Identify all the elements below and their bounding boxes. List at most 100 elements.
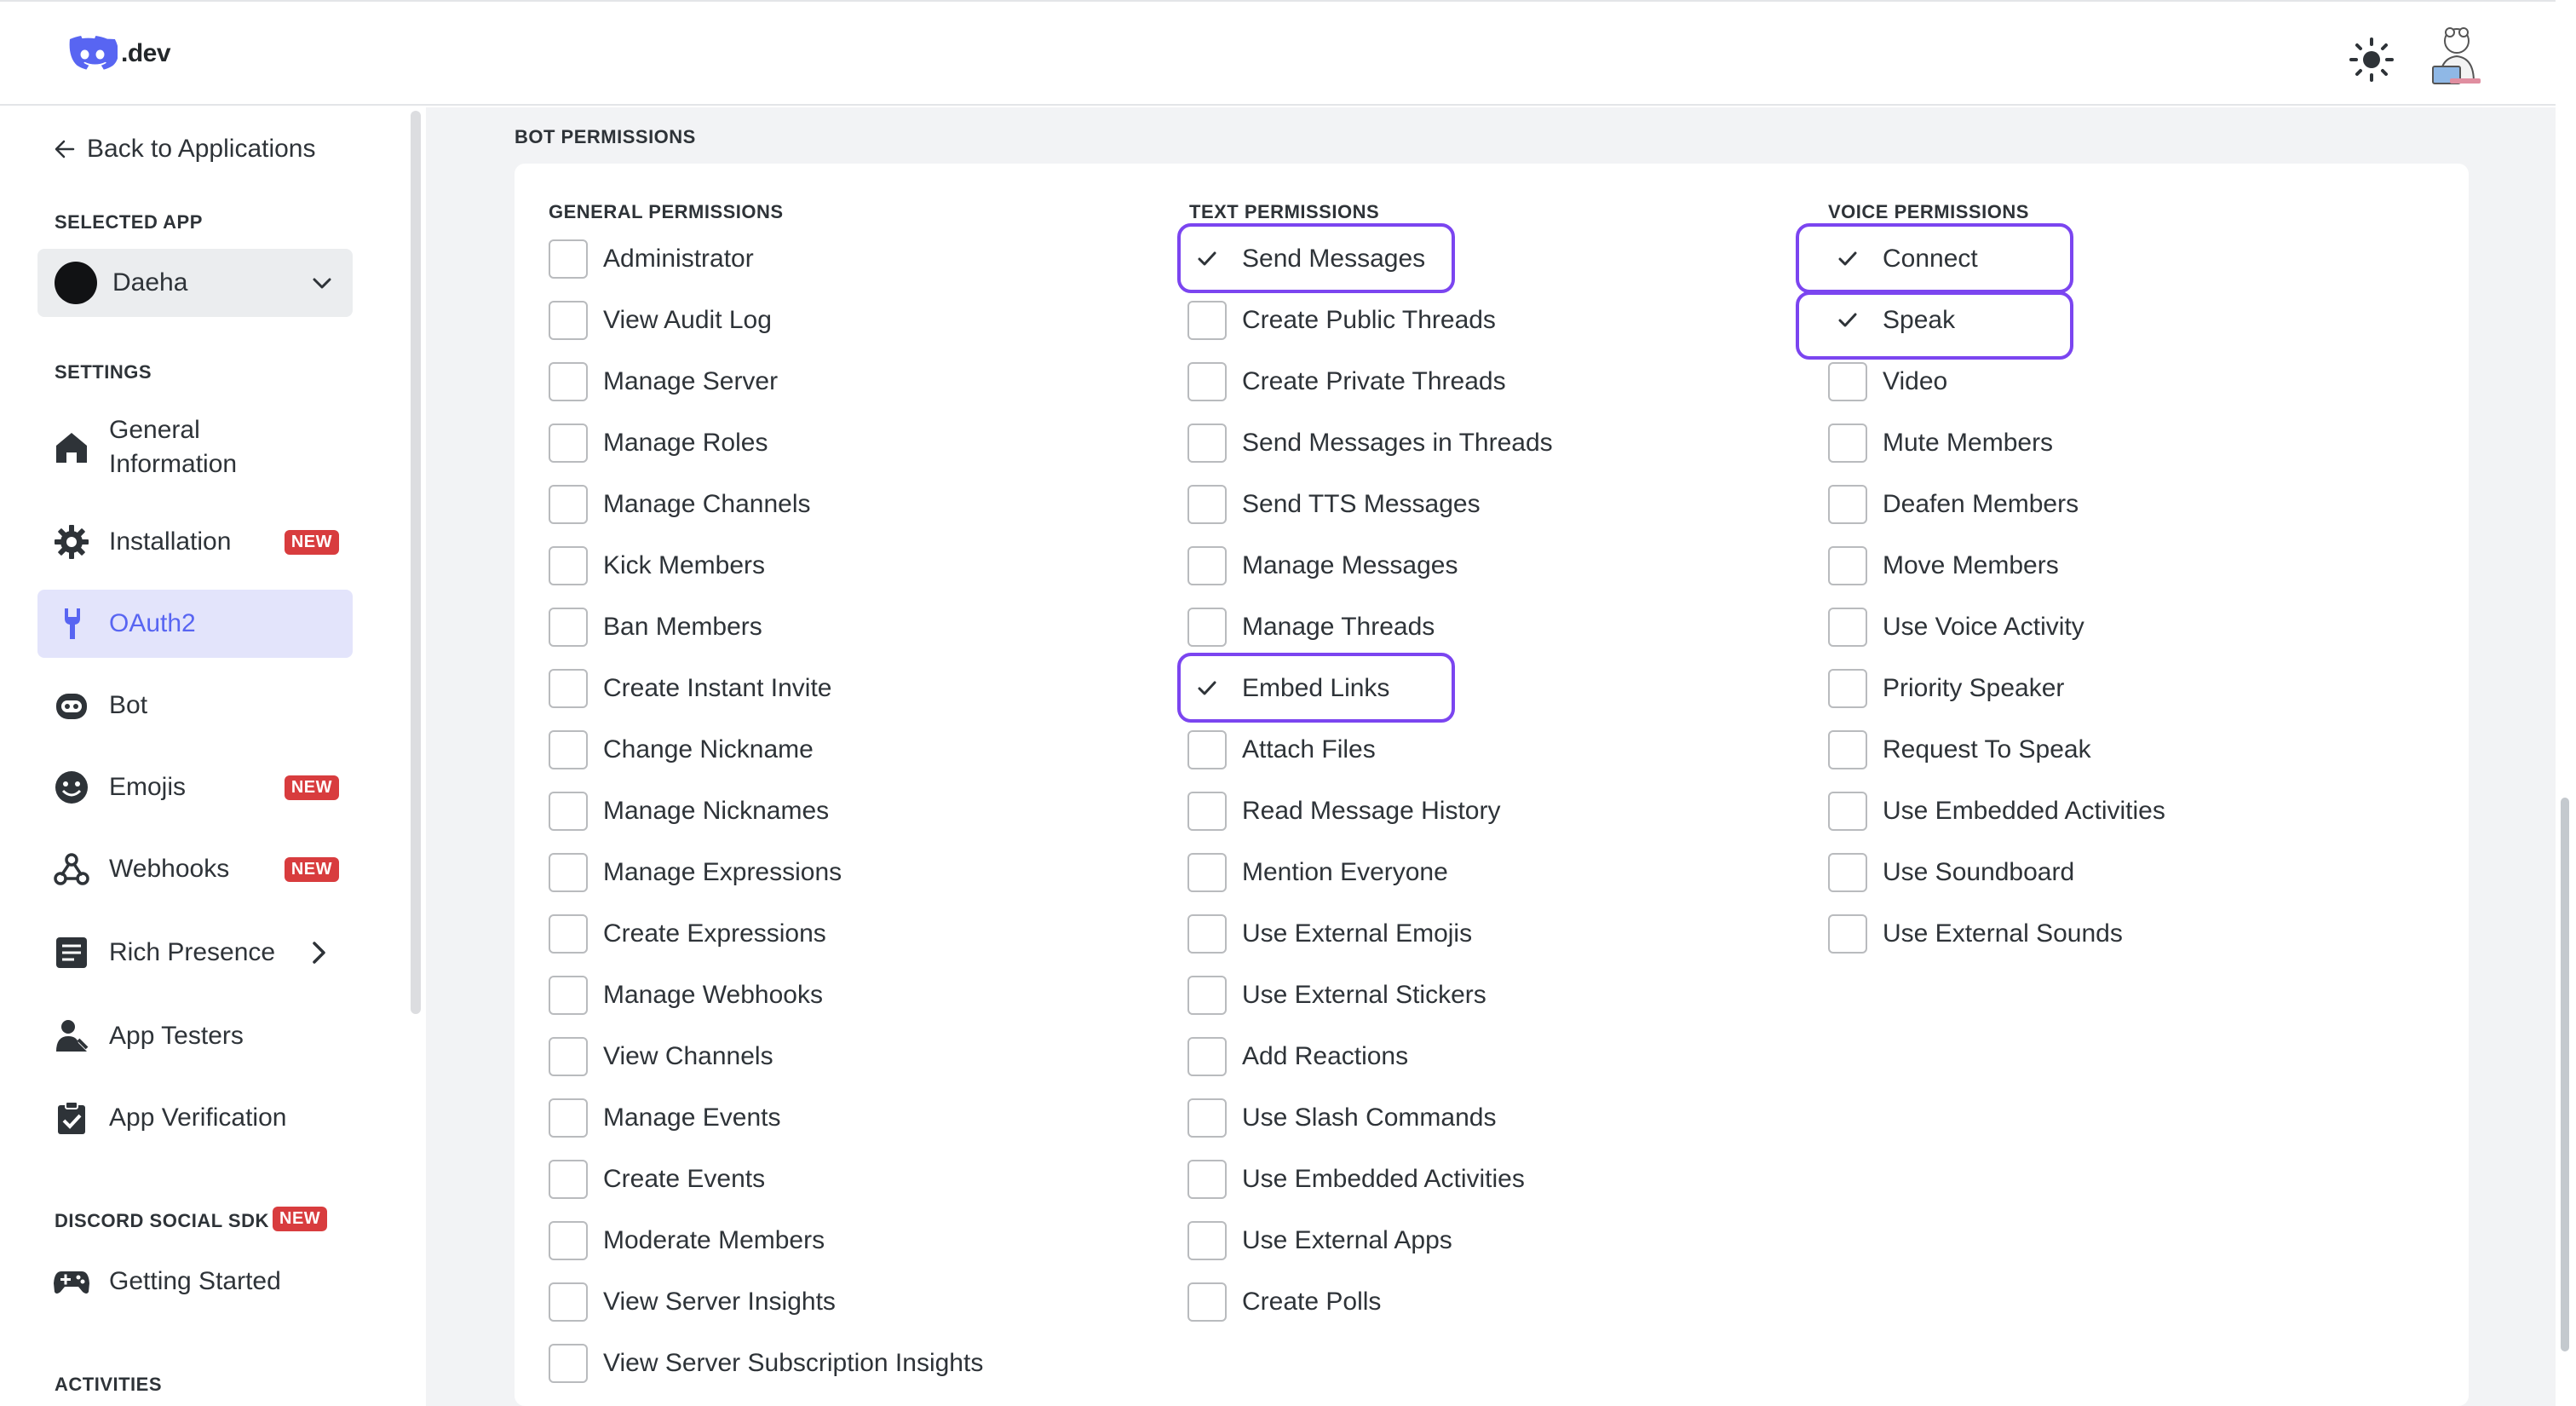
- permission-view-channels[interactable]: View Channels: [549, 1031, 773, 1082]
- permission-administrator[interactable]: Administrator: [549, 233, 754, 285]
- checkbox[interactable]: [1828, 792, 1867, 831]
- permission-manage-server[interactable]: Manage Server: [549, 356, 778, 407]
- permission-send-messages[interactable]: Send Messages: [1187, 233, 1425, 285]
- checkbox[interactable]: [549, 1282, 588, 1322]
- checkbox[interactable]: [1187, 301, 1227, 340]
- checkbox[interactable]: [1187, 1282, 1227, 1322]
- permission-send-tts-messages[interactable]: Send TTS Messages: [1187, 479, 1481, 530]
- checkbox[interactable]: [1187, 976, 1227, 1015]
- checkbox-checked[interactable]: [1187, 669, 1227, 708]
- permission-attach-files[interactable]: Attach Files: [1187, 724, 1376, 775]
- sidebar-scrollbar[interactable]: [411, 111, 421, 1014]
- permission-ban-members[interactable]: Ban Members: [549, 602, 762, 653]
- sidebar-item-getting-started[interactable]: Getting Started: [37, 1248, 353, 1316]
- user-avatar[interactable]: [2424, 22, 2486, 87]
- permission-mute-members[interactable]: Mute Members: [1828, 418, 2053, 469]
- permission-use-external-apps[interactable]: Use External Apps: [1187, 1215, 1452, 1266]
- checkbox[interactable]: [1187, 546, 1227, 585]
- permission-add-reactions[interactable]: Add Reactions: [1187, 1031, 1408, 1082]
- permission-deafen-members[interactable]: Deafen Members: [1828, 479, 2079, 530]
- sidebar-item-rich-presence[interactable]: Rich Presence: [37, 919, 353, 987]
- checkbox[interactable]: [549, 608, 588, 647]
- checkbox[interactable]: [1828, 546, 1867, 585]
- permission-use-external-stickers[interactable]: Use External Stickers: [1187, 970, 1486, 1021]
- sidebar-item-webhooks[interactable]: Webhooks NEW: [37, 835, 353, 903]
- permission-manage-expressions[interactable]: Manage Expressions: [549, 847, 842, 898]
- sidebar-item-general-information[interactable]: General Information: [37, 409, 353, 486]
- checkbox-checked[interactable]: [1828, 239, 1867, 279]
- permission-create-instant-invite[interactable]: Create Instant Invite: [549, 663, 831, 714]
- checkbox[interactable]: [549, 669, 588, 708]
- permission-video[interactable]: Video: [1828, 356, 1947, 407]
- scrollbar-thumb[interactable]: [2561, 798, 2569, 1351]
- permission-read-message-history[interactable]: Read Message History: [1187, 786, 1500, 837]
- permission-manage-roles[interactable]: Manage Roles: [549, 418, 768, 469]
- permission-speak[interactable]: Speak: [1828, 295, 1955, 346]
- permission-manage-channels[interactable]: Manage Channels: [549, 479, 811, 530]
- checkbox[interactable]: [1828, 730, 1867, 769]
- permission-create-events[interactable]: Create Events: [549, 1154, 765, 1205]
- sun-icon[interactable]: [2348, 36, 2395, 84]
- permission-manage-webhooks[interactable]: Manage Webhooks: [549, 970, 823, 1021]
- checkbox[interactable]: [1828, 485, 1867, 524]
- permission-priority-speaker[interactable]: Priority Speaker: [1828, 663, 2064, 714]
- sidebar-item-app-verification[interactable]: App Verification: [37, 1084, 353, 1152]
- checkbox[interactable]: [549, 853, 588, 892]
- permission-manage-nicknames[interactable]: Manage Nicknames: [549, 786, 829, 837]
- permission-change-nickname[interactable]: Change Nickname: [549, 724, 814, 775]
- permission-view-server-subscription-insights[interactable]: View Server Subscription Insights: [549, 1338, 983, 1389]
- permission-create-public-threads[interactable]: Create Public Threads: [1187, 295, 1496, 346]
- permission-create-expressions[interactable]: Create Expressions: [549, 908, 826, 959]
- main-scrollbar[interactable]: [2556, 107, 2576, 1406]
- permission-manage-threads[interactable]: Manage Threads: [1187, 602, 1435, 653]
- checkbox[interactable]: [549, 546, 588, 585]
- checkbox[interactable]: [1187, 362, 1227, 401]
- permission-use-voice-activity[interactable]: Use Voice Activity: [1828, 602, 2084, 653]
- checkbox[interactable]: [549, 730, 588, 769]
- checkbox[interactable]: [1828, 669, 1867, 708]
- checkbox[interactable]: [549, 1221, 588, 1260]
- checkbox[interactable]: [549, 239, 588, 279]
- app-selector[interactable]: Daeha: [37, 249, 353, 317]
- back-to-applications-link[interactable]: Back to Applications: [53, 135, 316, 164]
- permission-connect[interactable]: Connect: [1828, 233, 1978, 285]
- sidebar-item-app-testers[interactable]: App Testers: [37, 1002, 353, 1070]
- checkbox[interactable]: [549, 301, 588, 340]
- permission-embed-links[interactable]: Embed Links: [1187, 663, 1389, 714]
- permission-mention-everyone[interactable]: Mention Everyone: [1187, 847, 1448, 898]
- sidebar-item-installation[interactable]: Installation NEW: [37, 508, 353, 576]
- checkbox[interactable]: [549, 792, 588, 831]
- permission-use-soundboard[interactable]: Use Soundboard: [1828, 847, 2074, 898]
- sidebar-item-emojis[interactable]: Emojis NEW: [37, 753, 353, 821]
- permission-use-slash-commands[interactable]: Use Slash Commands: [1187, 1092, 1496, 1144]
- checkbox[interactable]: [1187, 914, 1227, 954]
- checkbox[interactable]: [549, 1160, 588, 1199]
- checkbox[interactable]: [1187, 1160, 1227, 1199]
- checkbox[interactable]: [1187, 608, 1227, 647]
- checkbox[interactable]: [1187, 730, 1227, 769]
- logo[interactable]: .dev: [68, 36, 171, 72]
- checkbox[interactable]: [549, 362, 588, 401]
- checkbox[interactable]: [549, 1037, 588, 1076]
- permission-send-messages-in-threads[interactable]: Send Messages in Threads: [1187, 418, 1553, 469]
- sidebar-item-bot[interactable]: Bot: [37, 671, 353, 740]
- checkbox[interactable]: [1187, 1098, 1227, 1138]
- permission-create-polls[interactable]: Create Polls: [1187, 1276, 1381, 1328]
- permission-moderate-members[interactable]: Moderate Members: [549, 1215, 825, 1266]
- checkbox[interactable]: [1187, 424, 1227, 463]
- permission-move-members[interactable]: Move Members: [1828, 540, 2059, 591]
- checkbox[interactable]: [549, 976, 588, 1015]
- checkbox[interactable]: [1187, 1221, 1227, 1260]
- permission-use-embedded-activities[interactable]: Use Embedded Activities: [1828, 786, 2165, 837]
- checkbox[interactable]: [549, 914, 588, 954]
- checkbox[interactable]: [1187, 853, 1227, 892]
- checkbox-checked[interactable]: [1187, 239, 1227, 279]
- permission-manage-events[interactable]: Manage Events: [549, 1092, 780, 1144]
- permission-view-server-insights[interactable]: View Server Insights: [549, 1276, 836, 1328]
- checkbox[interactable]: [1828, 362, 1867, 401]
- checkbox[interactable]: [549, 1344, 588, 1383]
- sidebar-item-oauth2[interactable]: OAuth2: [37, 590, 353, 658]
- checkbox[interactable]: [549, 424, 588, 463]
- permission-use-embedded-activities[interactable]: Use Embedded Activities: [1187, 1154, 1525, 1205]
- permission-create-private-threads[interactable]: Create Private Threads: [1187, 356, 1506, 407]
